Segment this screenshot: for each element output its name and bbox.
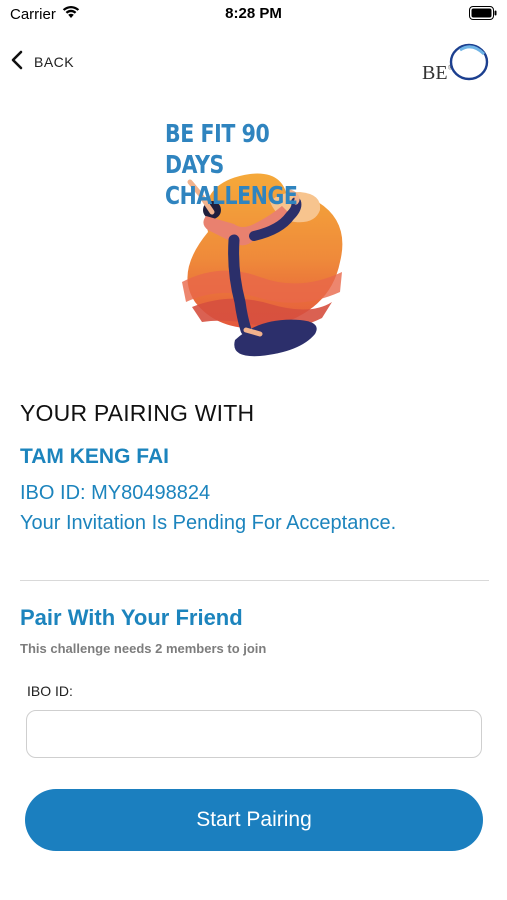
challenge-title-line2: CHALLENGE: [165, 181, 298, 210]
challenge-title-line1: BE FIT 90 DAYS: [165, 119, 270, 179]
back-button[interactable]: BACK: [10, 50, 74, 74]
ibo-id-label: IBO ID:: [27, 683, 73, 699]
partner-ibo-id: IBO ID: MY80498824: [20, 482, 211, 504]
pair-friend-subtitle: This challenge needs 2 members to join: [20, 641, 267, 656]
challenge-title: BE FIT 90 DAYS CHALLENGE: [165, 118, 329, 211]
pairing-screen: Carrier 8:28 PM BACK BE ® BE FIT 90 DAYS…: [0, 0, 507, 900]
brand-logo: BE ®: [420, 40, 492, 84]
partner-name: TAM KENG FAI: [20, 445, 169, 468]
ibo-id-input[interactable]: [26, 710, 482, 758]
back-label: BACK: [34, 54, 75, 70]
pairing-heading: YOUR PAIRING WITH: [20, 400, 255, 426]
section-divider: [20, 580, 489, 581]
status-bar: Carrier 8:28 PM: [0, 0, 507, 28]
svg-text:BE: BE: [422, 62, 448, 84]
battery-icon: [469, 6, 497, 24]
start-pairing-button[interactable]: Start Pairing: [25, 789, 483, 851]
chevron-left-icon: [10, 50, 24, 75]
pair-friend-title: Pair With Your Friend: [20, 605, 243, 630]
status-time: 8:28 PM: [225, 5, 282, 22]
pairing-status: Your Invitation Is Pending For Acceptanc…: [20, 512, 397, 534]
